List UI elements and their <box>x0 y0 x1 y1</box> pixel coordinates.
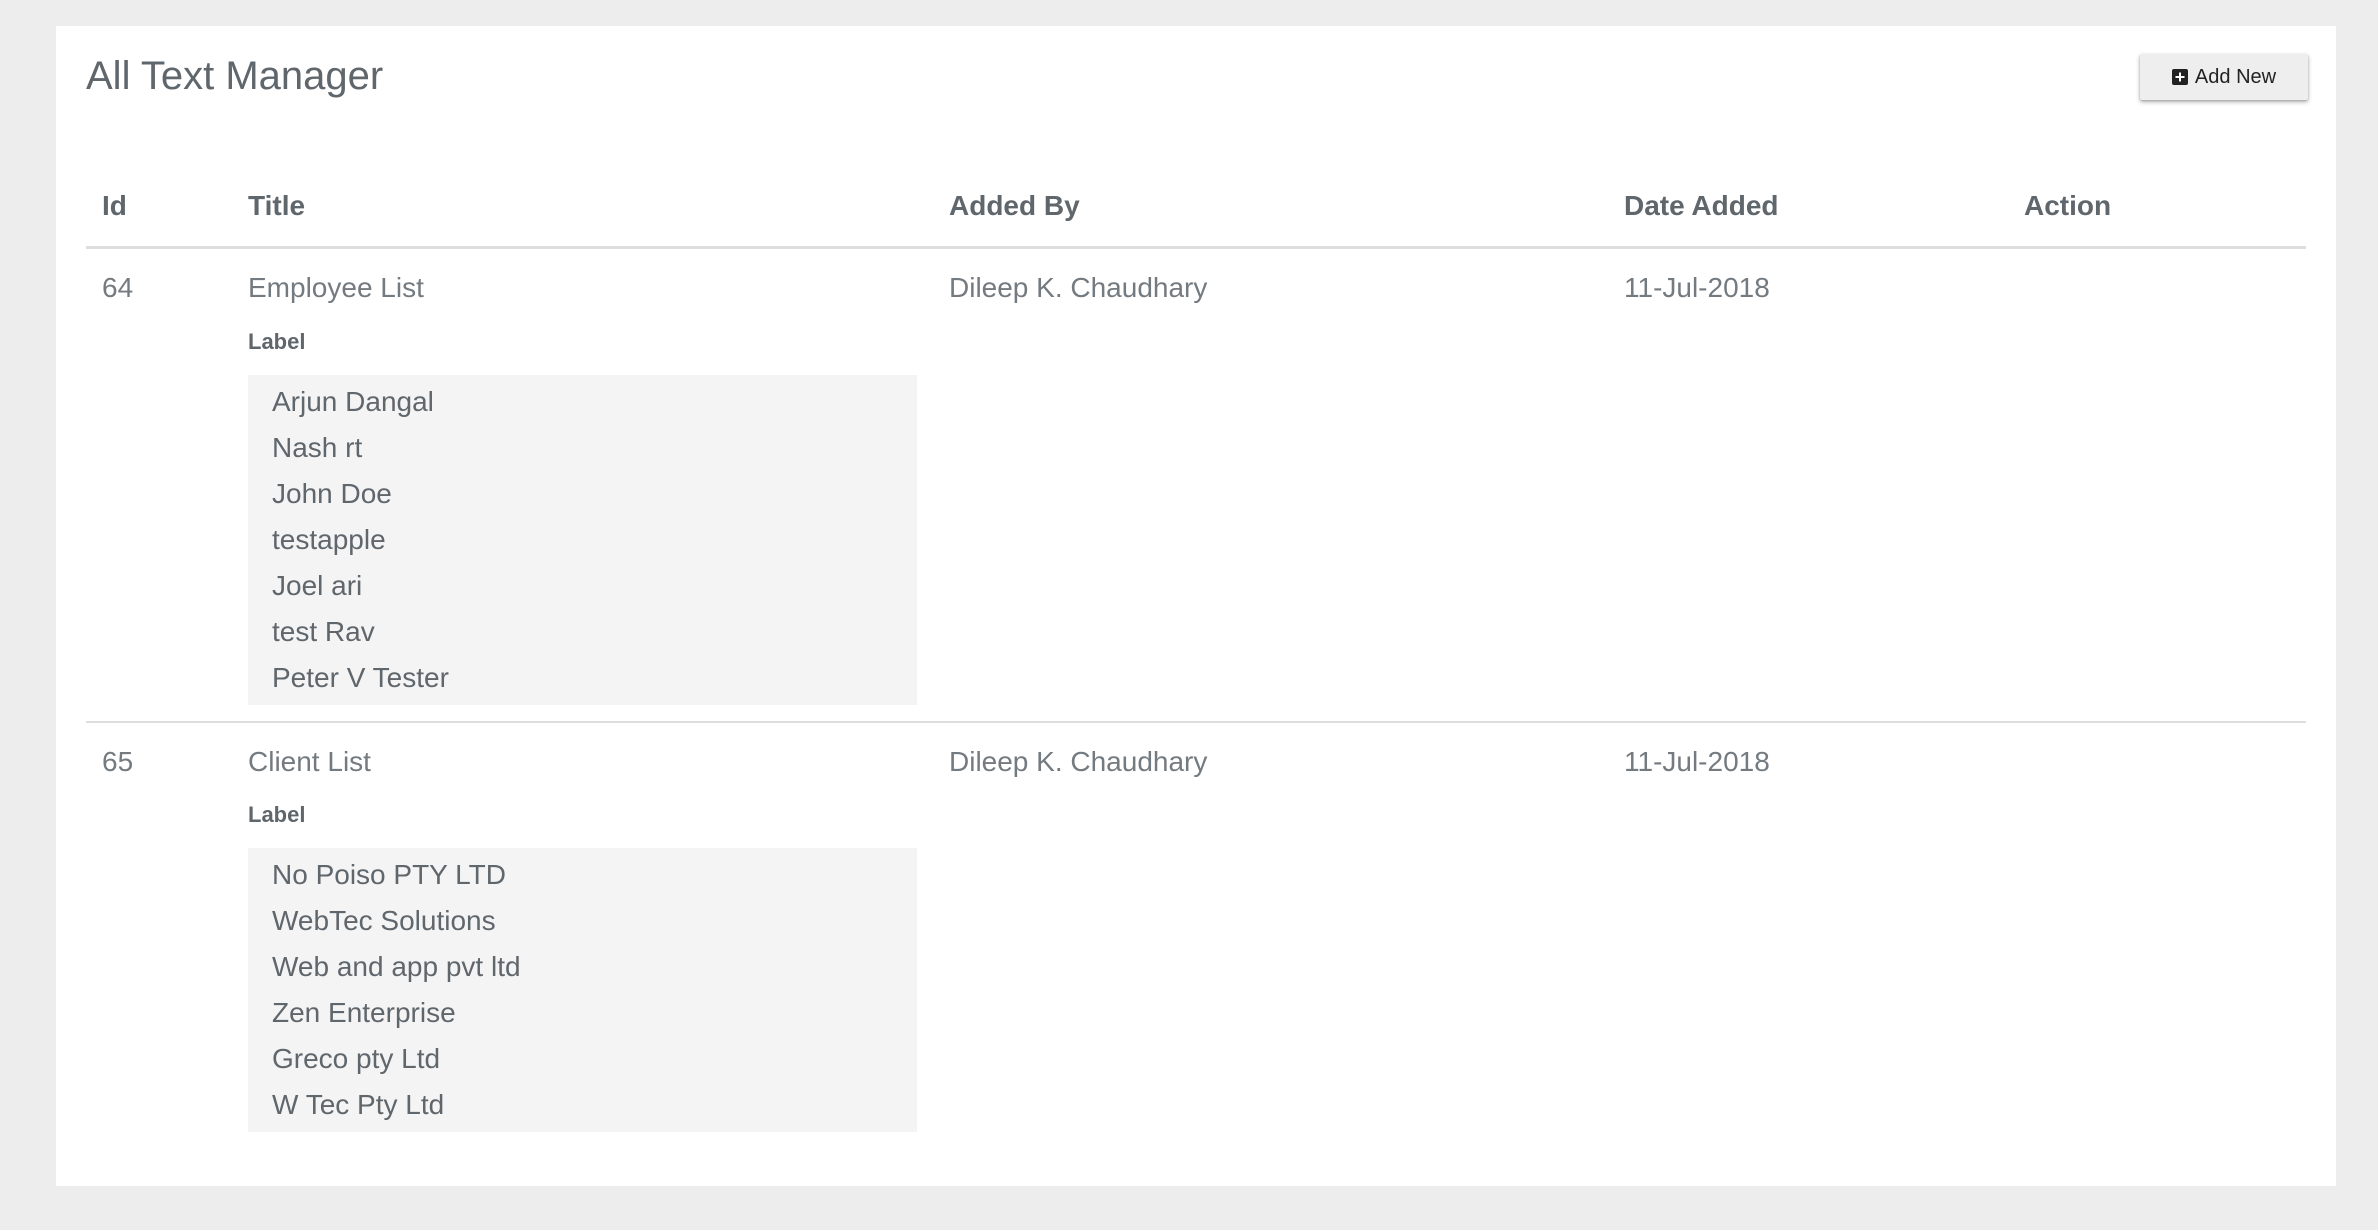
cell-title: Employee List Label Arjun Dangal Nash rt… <box>232 247 933 723</box>
label-list: No Poiso PTY LTD WebTec Solutions Web an… <box>248 848 917 1133</box>
cell-action <box>2008 247 2306 723</box>
plus-square-icon <box>2171 69 2188 85</box>
cell-action <box>2008 722 2306 1149</box>
cell-id: 65 <box>86 722 232 1149</box>
cell-date-added: 11-Jul-2018 <box>1608 247 2008 723</box>
label-list: Arjun Dangal Nash rt John Doe testapple … <box>248 374 917 705</box>
text-table: Id Title Added By Date Added Action 64 E… <box>86 166 2306 1148</box>
row-added-by: Dileep K. Chaudhary <box>949 745 1208 777</box>
label-item: No Poiso PTY LTD <box>272 859 506 891</box>
text-table-wrapper: Id Title Added By Date Added Action 64 E… <box>86 166 2306 1148</box>
cell-title: Client List Label No Poiso PTY LTD WebTe… <box>232 722 933 1149</box>
table-header-row: Id Title Added By Date Added Action <box>86 166 2306 249</box>
cell-date-added: 11-Jul-2018 <box>1608 722 2008 1149</box>
label-item: WebTec Solutions <box>272 905 496 937</box>
label-item: Web and app pvt ltd <box>272 951 521 983</box>
row-id: 65 <box>102 745 134 777</box>
label-heading: Label <box>248 802 306 828</box>
column-header-id[interactable]: Id <box>86 166 232 249</box>
row-date-added: 11-Jul-2018 <box>1624 272 1770 303</box>
add-new-label: Add New <box>2194 65 2277 88</box>
table-row: 64 Employee List Label Arjun Dangal Nash… <box>86 247 2306 723</box>
row-title: Employee List <box>248 272 424 303</box>
label-item: testapple <box>272 523 386 555</box>
row-title: Client List <box>248 745 371 777</box>
label-item: Peter V Tester <box>272 661 449 693</box>
table-row: 65 Client List Label No Poiso PTY LTD We… <box>86 722 2306 1149</box>
label-item: Joel ari <box>272 569 363 601</box>
cell-added-by: Dileep K. Chaudhary <box>933 722 1608 1149</box>
add-new-button[interactable]: Add New <box>2140 54 2308 100</box>
label-item: John Doe <box>272 477 392 509</box>
cell-id: 64 <box>86 247 232 723</box>
label-item: test Rav <box>272 615 375 647</box>
cell-added-by: Dileep K. Chaudhary <box>933 247 1608 723</box>
column-header-added-by[interactable]: Added By <box>933 166 1608 249</box>
column-header-date-added[interactable]: Date Added <box>1608 166 2008 249</box>
label-item: Nash rt <box>272 431 363 463</box>
label-heading: Label <box>248 328 306 354</box>
column-header-action: Action <box>2008 166 2306 249</box>
label-item: W Tec Pty Ltd <box>272 1089 445 1121</box>
page-title: All Text Manager <box>86 54 384 98</box>
row-id: 64 <box>102 272 134 303</box>
label-item: Arjun Dangal <box>272 385 434 417</box>
row-date-added: 11-Jul-2018 <box>1624 745 1770 777</box>
column-header-title[interactable]: Title <box>232 166 933 249</box>
label-item: Zen Enterprise <box>272 997 456 1029</box>
text-manager-panel: All Text Manager Add New Id Title Added … <box>56 26 2336 1186</box>
label-item: Greco pty Ltd <box>272 1043 441 1075</box>
row-added-by: Dileep K. Chaudhary <box>949 272 1208 303</box>
